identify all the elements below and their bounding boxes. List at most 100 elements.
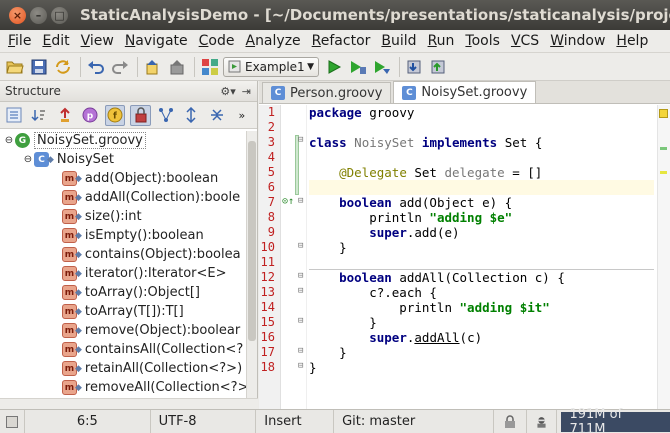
tree-class-node[interactable]: ⊖ C ◆ NoisySet <box>0 150 246 169</box>
expand-all-icon[interactable] <box>181 105 201 126</box>
fold-icon[interactable]: ⊟ <box>298 361 303 371</box>
fold-icon[interactable]: ⊟ <box>298 286 303 296</box>
menu-vcs[interactable]: VCS <box>507 33 543 49</box>
status-toggle-icon[interactable] <box>0 409 25 433</box>
line-number: 7 <box>267 195 275 209</box>
tree-method-item[interactable]: m ◆ isEmpty():boolean <box>0 226 246 245</box>
menu-tools[interactable]: Tools <box>461 33 504 49</box>
fold-icon[interactable]: ⊟ <box>298 241 303 251</box>
menu-window[interactable]: Window <box>546 33 609 49</box>
tree-method-item[interactable]: m ◆ size():int <box>0 207 246 226</box>
tree-method-item[interactable]: m ◆ contains(Object):boolea <box>0 245 246 264</box>
code-text[interactable]: package groovy class NoisySet implements… <box>309 105 654 375</box>
navigate-back-icon[interactable] <box>142 56 164 78</box>
menu-build[interactable]: Build <box>377 33 420 49</box>
fold-gutter: ⊟ ⊙↑ ⊟ ⊟ ⊟ ⊟ ⊟ ⊟ ⊟ <box>281 105 307 409</box>
public-icon: ◆ <box>75 211 82 222</box>
tree-method-item[interactable]: m ◆ add(Object):boolean <box>0 169 246 188</box>
fold-icon[interactable]: ⊟ <box>298 346 303 356</box>
run-coverage-icon[interactable] <box>371 56 393 78</box>
gear-icon[interactable]: ⚙▾ <box>220 85 235 98</box>
show-properties-icon[interactable]: p <box>80 105 100 126</box>
tab-person-groovy[interactable]: C Person.groovy <box>262 82 392 103</box>
sort-alphabetically-icon[interactable] <box>4 105 24 126</box>
menu-navigate[interactable]: Navigate <box>121 33 192 49</box>
show-non-public-icon[interactable] <box>130 104 151 126</box>
menu-edit[interactable]: Edit <box>38 33 73 49</box>
undo-icon[interactable] <box>85 56 107 78</box>
collapse-all-icon[interactable] <box>206 105 226 126</box>
inspector-icon[interactable] <box>527 409 558 433</box>
inspection-status-icon[interactable] <box>659 109 668 118</box>
memory-indicator[interactable]: 191M of 711M <box>561 407 670 433</box>
navigate-forward-icon[interactable] <box>166 56 188 78</box>
file-encoding[interactable]: UTF-8 <box>151 409 257 433</box>
tree-expand-icon[interactable]: ⊖ <box>3 135 15 146</box>
tab-noisyset-groovy[interactable]: C NoisySet.groovy <box>393 81 537 103</box>
open-folder-icon[interactable] <box>4 56 26 78</box>
vcs-update-icon[interactable] <box>404 56 426 78</box>
git-branch[interactable]: Git: master <box>334 409 494 433</box>
menu-refactor[interactable]: Refactor <box>308 33 375 49</box>
fold-icon[interactable]: ⊟ <box>298 271 303 281</box>
close-window-button[interactable]: × <box>9 6 26 24</box>
structure-horizontal-scrollbar[interactable] <box>0 398 258 409</box>
minimize-window-button[interactable]: – <box>30 6 47 24</box>
tab-label: Person.groovy <box>290 85 383 101</box>
menu-run[interactable]: Run <box>424 33 459 49</box>
tree-method-item[interactable]: m ◆ remove(Object):boolear <box>0 321 246 340</box>
code-area[interactable]: 1 2 3 4 5 6 7 8 9 10 11 12 13 14 15 16 17 18 ⊟ ⊙↑ ⊟ ⊟ ⊟ ⊟… <box>259 105 670 409</box>
fold-icon[interactable]: ⊟ <box>298 196 303 206</box>
menu-code[interactable]: Code <box>195 33 239 49</box>
menu-analyze[interactable]: Analyze <box>241 33 304 49</box>
tree-method-item[interactable]: m ◆ containsAll(Collection<? <box>0 340 246 359</box>
tree-root-file[interactable]: ⊖ G NoisySet.groovy <box>0 131 246 150</box>
redo-icon[interactable] <box>109 56 131 78</box>
hide-panel-icon[interactable]: ⇥ <box>242 85 251 98</box>
code-line: class NoisySet implements Set { <box>309 135 543 150</box>
save-icon[interactable] <box>28 56 50 78</box>
structure-vertical-scrollbar[interactable] <box>246 131 257 409</box>
svg-text:f: f <box>113 112 117 122</box>
sort-by-type-icon[interactable] <box>29 105 49 126</box>
code-line: super.add(e) <box>369 225 460 240</box>
tree-method-item[interactable]: m ◆ toArray(T[]):T[] <box>0 302 246 321</box>
show-hierarchy-icon[interactable] <box>156 105 176 126</box>
line-number: 17 <box>260 345 275 359</box>
lock-icon[interactable] <box>494 409 528 433</box>
error-stripe[interactable] <box>657 105 670 409</box>
tree-expand-icon[interactable]: ⊖ <box>22 154 34 165</box>
code-editor: C Person.groovy C NoisySet.groovy 123456… <box>259 81 670 409</box>
run-configuration-select[interactable]: Example1 ▼ <box>223 56 319 77</box>
menu-help[interactable]: Help <box>612 33 652 49</box>
fold-icon[interactable]: ⊟ <box>298 135 303 145</box>
project-structure-icon[interactable] <box>199 56 221 78</box>
run-config-icon <box>228 60 241 73</box>
run-icon[interactable] <box>323 56 345 78</box>
menu-file[interactable]: File <box>4 33 35 49</box>
show-inherited-icon[interactable] <box>55 105 75 126</box>
structure-panel: Structure ⚙▾ ⇥ p f » ⊖ G NoisySet.groovy… <box>0 81 258 409</box>
tree-method-item[interactable]: m ◆ removeAll(Collection<?> <box>0 378 246 397</box>
caret-position[interactable]: 6:5 <box>25 409 151 433</box>
debug-icon[interactable] <box>347 56 369 78</box>
more-actions-icon[interactable]: » <box>232 105 252 126</box>
structure-panel-title: Structure <box>5 84 61 98</box>
main-toolbar: Example1 ▼ <box>0 53 670 81</box>
scroll-thumb[interactable] <box>248 141 256 341</box>
tree-method-item[interactable]: m ◆ addAll(Collection):boole <box>0 188 246 207</box>
tree-method-item[interactable]: m ◆ iterator():Iterator<E> <box>0 264 246 283</box>
tree-method-item[interactable]: m ◆ toArray():Object[] <box>0 283 246 302</box>
vcs-commit-icon[interactable] <box>428 56 450 78</box>
tree-method-item[interactable]: m ◆ retainAll(Collection<?>) <box>0 359 246 378</box>
class-icon: C <box>402 85 417 100</box>
sync-icon[interactable] <box>52 56 74 78</box>
fold-icon[interactable]: ⊟ <box>298 316 303 326</box>
menu-view[interactable]: View <box>77 33 118 49</box>
show-fields-icon[interactable]: f <box>105 104 126 126</box>
maximize-window-button[interactable]: □ <box>51 6 68 24</box>
tree-method-label: addAll(Collection):boole <box>84 190 241 205</box>
insert-mode[interactable]: Insert <box>256 409 335 433</box>
svg-text:p: p <box>87 112 94 122</box>
code-line: super.addAll(c) <box>369 330 483 345</box>
